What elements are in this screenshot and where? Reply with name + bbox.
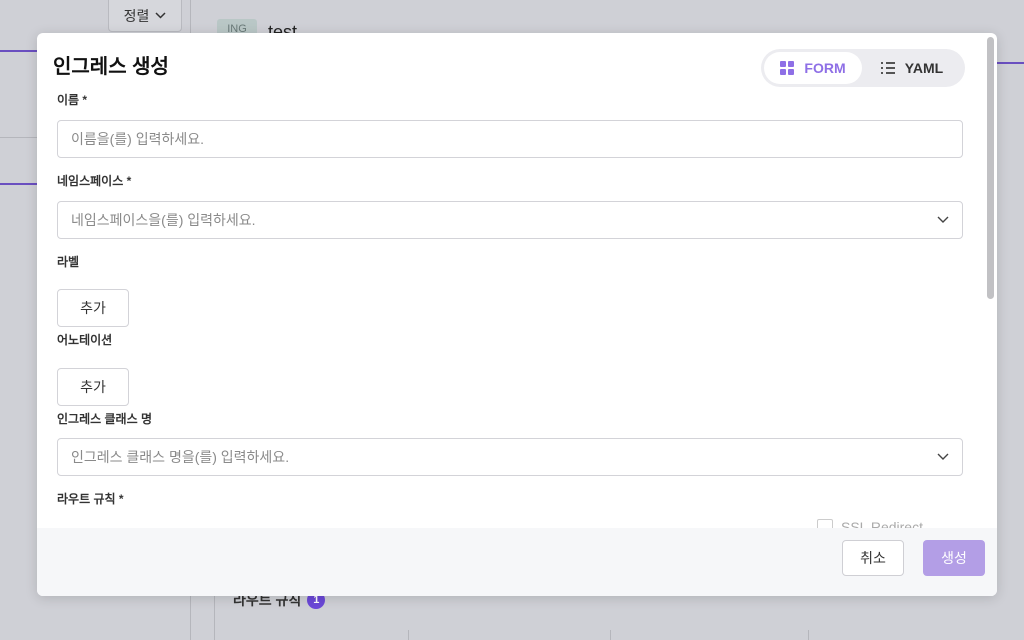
ingress-class-select[interactable]: 인그레스 클래스 명을(를) 입력하세요. [57,438,963,476]
create-button[interactable]: 생성 [923,540,985,576]
route-rules-label: 라우트 규칙 * [57,492,124,506]
annotations-label: 어노테이션 [57,333,113,347]
background-active-indicator [0,50,40,52]
chevron-down-icon [155,10,166,22]
cancel-button[interactable]: 취소 [842,540,904,576]
namespace-placeholder: 네임스페이스을(를) 입력하세요. [71,212,256,228]
yaml-mode-button[interactable]: YAML [862,52,962,84]
form-mode-button[interactable]: FORM [764,52,862,84]
add-label-button[interactable]: 추가 [57,289,129,327]
background-divider [0,137,40,138]
namespace-label: 네임스페이스 * [57,174,132,188]
add-annotation-button[interactable]: 추가 [57,368,129,406]
ingress-class-label: 인그레스 클래스 명 [57,412,152,426]
chevron-down-icon [937,451,949,463]
sort-dropdown[interactable]: 정렬 [108,0,182,32]
background-divider [408,630,409,640]
mode-toggle: FORM YAML [761,49,965,87]
list-icon [880,62,895,74]
modal-footer: 취소 생성 [37,528,997,596]
background-active-indicator [996,62,1024,64]
name-label: 이름 * [57,93,88,107]
sort-label: 정렬 [123,7,150,24]
ingress-class-placeholder: 인그레스 클래스 명을(를) 입력하세요. [71,449,290,465]
chevron-down-icon [937,214,949,226]
create-ingress-modal: 인그레스 생성 FORM YAML 이름 * 네임스페이스 * 네임스페이스을(… [37,33,997,596]
background-divider [610,630,611,640]
scrollbar-thumb[interactable] [987,37,994,299]
name-input[interactable] [71,131,949,147]
background-active-indicator [0,183,40,185]
yaml-mode-label: YAML [904,60,944,76]
background-divider [808,630,809,640]
name-field-wrapper [57,120,963,158]
namespace-select[interactable]: 네임스페이스을(를) 입력하세요. [57,201,963,239]
grid-icon [780,61,795,75]
form-mode-label: FORM [804,60,846,76]
labels-label: 라벨 [57,255,80,269]
background-divider [214,596,215,640]
modal-title: 인그레스 생성 [53,56,169,78]
